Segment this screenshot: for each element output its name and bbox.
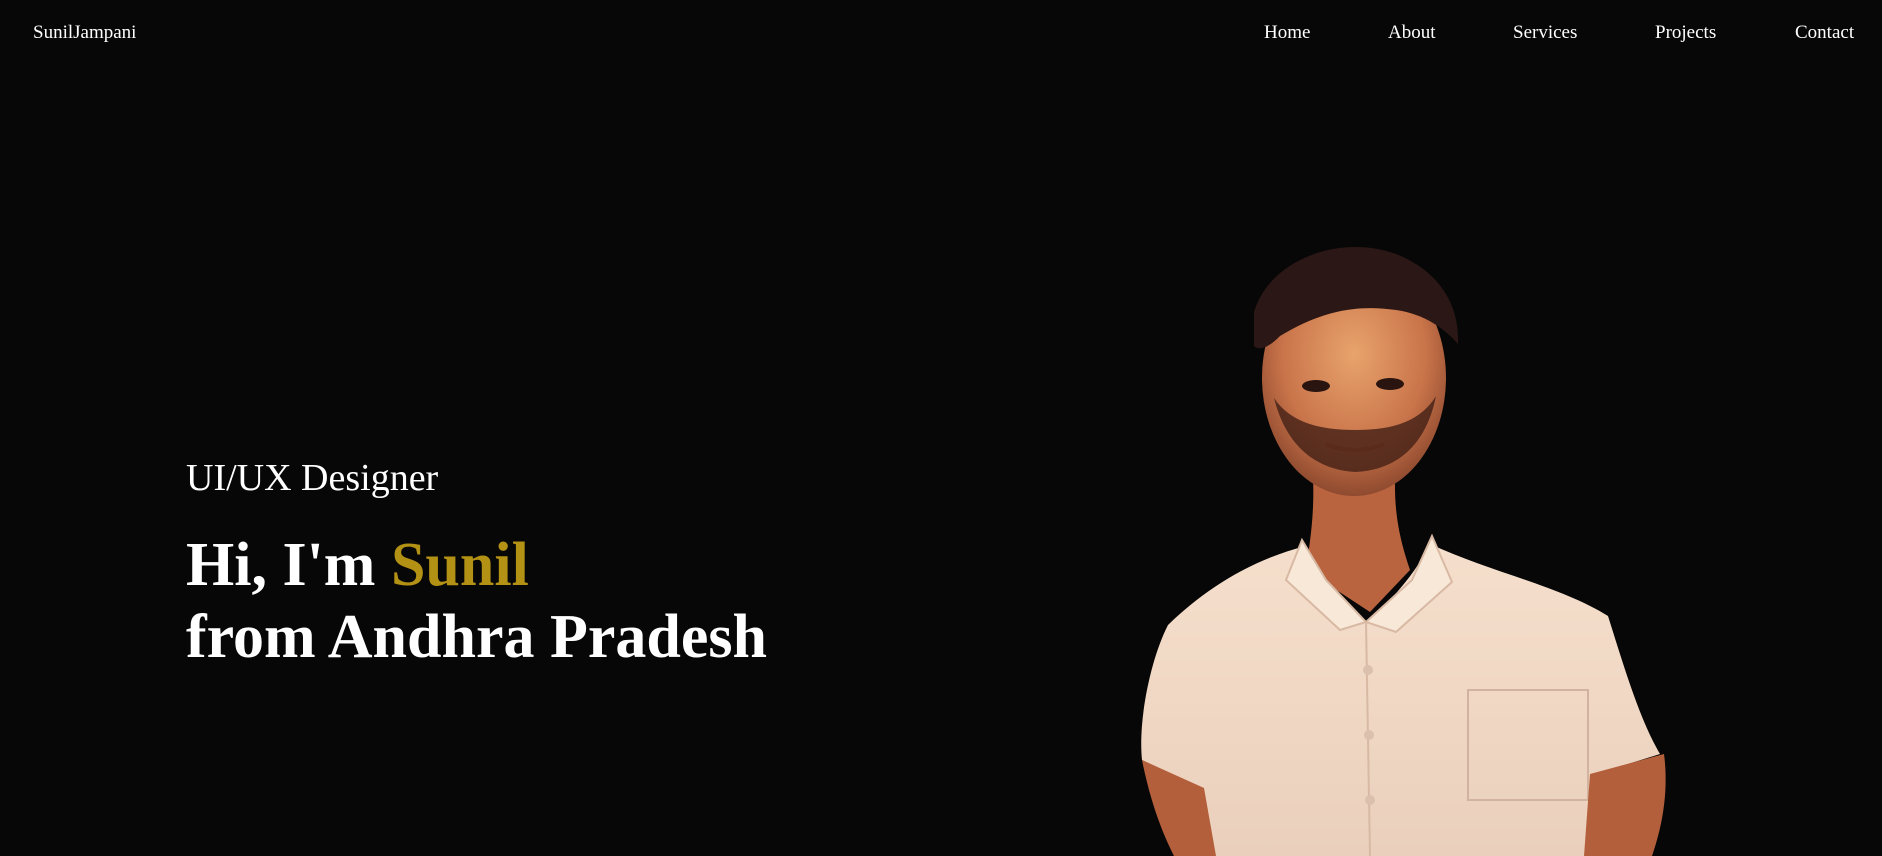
hero-headline: Hi, I'm Sunil from Andhra Pradesh xyxy=(186,529,767,673)
nav-projects[interactable]: Projects xyxy=(1655,22,1716,44)
left-eye xyxy=(1302,380,1330,392)
nav-services[interactable]: Services xyxy=(1513,22,1577,44)
shirt-button xyxy=(1364,730,1374,740)
right-eye xyxy=(1376,378,1404,390)
shirt-button xyxy=(1363,665,1373,675)
profile-photo xyxy=(1141,247,1666,856)
nav-contact[interactable]: Contact xyxy=(1795,22,1854,44)
nav-home[interactable]: Home xyxy=(1264,22,1310,44)
role-title: UI/UX Designer xyxy=(186,457,439,499)
site-logo[interactable]: SunilJampani xyxy=(33,22,136,44)
name-highlight: Sunil xyxy=(390,531,529,599)
nav-about[interactable]: About xyxy=(1388,22,1436,44)
location-text: from Andhra Pradesh xyxy=(186,603,768,671)
hero-intro: UI/UX Designer Hi, I'm Sunil from Andhra… xyxy=(186,455,767,673)
top-navigation: SunilJampani Home About Services Project… xyxy=(0,0,1882,70)
shirt-button xyxy=(1365,795,1375,805)
greeting-text: Hi, I'm xyxy=(186,531,376,599)
